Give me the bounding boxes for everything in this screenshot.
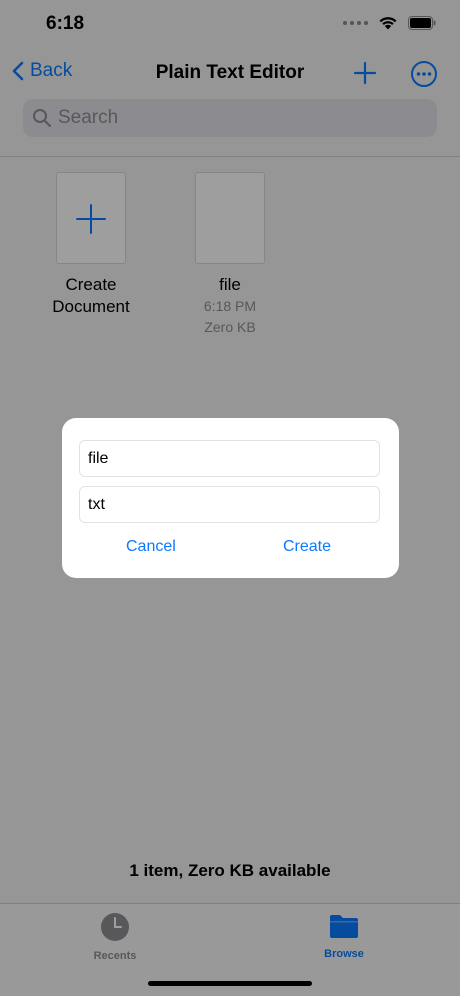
new-file-dialog: Cancel Create	[62, 418, 399, 578]
cancel-button[interactable]: Cancel	[126, 538, 176, 556]
create-button[interactable]: Create	[283, 538, 331, 556]
file-name-input[interactable]	[79, 440, 380, 477]
file-extension-input[interactable]	[79, 486, 380, 523]
